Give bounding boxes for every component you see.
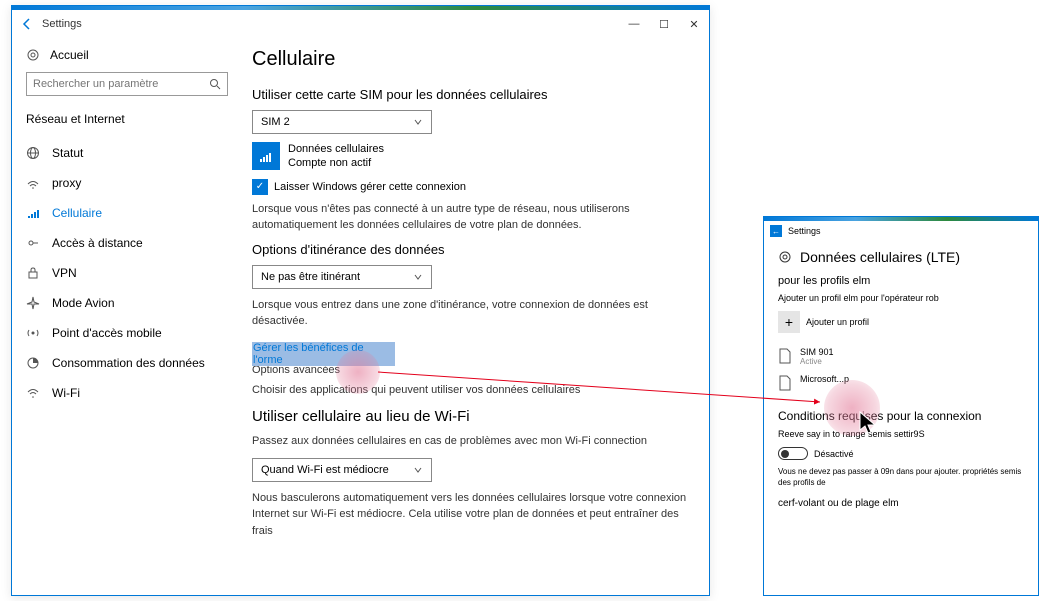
chevron-down-icon (413, 117, 423, 127)
sim-dropdown[interactable]: SIM 2 (252, 110, 432, 134)
data-usage-icon (26, 356, 40, 370)
manage-connection-desc: Lorsque vous n'êtes pas connecté à un au… (252, 201, 689, 234)
sidebar-item-label: proxy (52, 176, 81, 190)
sidebar-item-label: Consommation des données (52, 356, 205, 370)
sim-icon (778, 375, 792, 391)
sidebar-item-datausage[interactable]: Consommation des données (26, 348, 228, 378)
wifi-fallback-value: Quand Wi-Fi est médiocre (261, 464, 389, 476)
cellular-data-title: Données cellulaires (288, 142, 384, 156)
sidebar-item-label: Wi-Fi (52, 386, 80, 400)
manage-connection-label: Laisser Windows gérer cette connexion (274, 181, 466, 193)
cellular-icon (26, 206, 40, 220)
sidebar-item-wifi[interactable]: Wi-Fi (26, 378, 228, 408)
close-button[interactable]: ✕ (679, 10, 709, 38)
globe-icon (26, 146, 40, 160)
wifi-fallback-desc: Passez aux données cellulaires en cas de… (252, 433, 689, 450)
sidebar-item-dialup[interactable]: Accès à distance (26, 228, 228, 258)
add-profile-label: Ajouter un profil (806, 317, 869, 327)
sidebar-group-title: Réseau et Internet (26, 112, 228, 126)
dialup-icon (26, 236, 40, 250)
back-button[interactable] (20, 17, 34, 31)
profile-item[interactable]: SIM 901 Active (778, 347, 1024, 366)
sidebar: Accueil Réseau et Internet Statut proxy … (12, 38, 242, 595)
sidebar-item-label: Cellulaire (52, 206, 102, 220)
settings-window: Settings — ☐ ✕ Accueil Réseau et Interne… (11, 5, 710, 596)
esim-desc: Ajouter un profil elm pour l'opérateur r… (778, 293, 1024, 303)
plus-icon: + (778, 311, 800, 333)
sidebar-item-cellular[interactable]: Cellulaire (26, 198, 228, 228)
cellular-data-sub: Compte non actif (288, 156, 384, 170)
cellular-bars-icon (252, 142, 280, 170)
sidebar-item-label: VPN (52, 266, 77, 280)
gear-icon (778, 250, 792, 264)
maximize-button[interactable]: ☐ (649, 10, 679, 38)
window-header: ← Settings (764, 221, 1038, 241)
search-box[interactable] (26, 72, 228, 96)
window-title: Settings (42, 18, 82, 30)
signin-conditions-title: Conditions requises pour la connexion (778, 409, 1024, 423)
signin-toggle[interactable]: Désactivé (778, 447, 1024, 460)
back-arrow-icon (21, 18, 33, 30)
esim-settings-window: ← Settings Données cellulaires (LTE) pou… (763, 216, 1039, 596)
window-title: Settings (788, 226, 821, 236)
sim-select-label: Utiliser cette carte SIM pour les donnée… (252, 87, 689, 102)
chevron-down-icon (413, 272, 423, 282)
add-profile-button[interactable]: + Ajouter un profil (778, 311, 1024, 333)
sidebar-item-proxy[interactable]: proxy (26, 168, 228, 198)
manage-esim-link[interactable]: Gérer les bénéfices de l'ormeGérer les b… (252, 342, 395, 354)
home-label: Accueil (50, 48, 89, 62)
profile-status: Active (800, 357, 834, 366)
sidebar-item-hotspot[interactable]: Point d'accès mobile (26, 318, 228, 348)
airplane-icon (26, 296, 40, 310)
roaming-dropdown[interactable]: Ne pas être itinérant (252, 265, 432, 289)
back-button[interactable]: ← (770, 225, 782, 237)
toggle-switch-icon (778, 447, 808, 460)
profile-name: Microsoft...p (800, 374, 849, 384)
wifi-icon (26, 386, 40, 400)
sidebar-item-vpn[interactable]: VPN (26, 258, 228, 288)
profile-item[interactable]: Microsoft...p (778, 374, 1024, 391)
window-header: Settings — ☐ ✕ (12, 10, 709, 38)
profile-name: SIM 901 (800, 347, 834, 357)
gear-icon (26, 48, 40, 62)
cellular-data-tile[interactable]: Données cellulaires Compte non actif (252, 142, 689, 171)
vpn-icon (26, 266, 40, 280)
wifi-fallback-note: Nous basculerons automatiquement vers le… (252, 490, 689, 540)
esim-heading: Données cellulaires (LTE) (778, 249, 1024, 265)
wifi-fallback-heading: Utiliser cellulaire au lieu de Wi-Fi (252, 408, 689, 425)
content-pane: Cellulaire Utiliser cette carte SIM pour… (242, 38, 709, 595)
choose-apps-link[interactable]: Choisir des applications qui peuvent uti… (252, 382, 689, 399)
sidebar-item-label: Accès à distance (52, 236, 143, 250)
chevron-down-icon (413, 465, 423, 475)
sidebar-item-airplane[interactable]: Mode Avion (26, 288, 228, 318)
minimize-button[interactable]: — (619, 10, 649, 38)
hotspot-icon (26, 326, 40, 340)
footer-link[interactable]: cerf-volant ou de plage elm (778, 498, 1024, 509)
manage-connection-checkbox[interactable]: ✓ Laisser Windows gérer cette connexion (252, 179, 689, 195)
esim-subheading: pour les profils elm (778, 275, 1024, 287)
roaming-label: Options d'itinérance des données (252, 242, 689, 257)
wifi-fallback-dropdown[interactable]: Quand Wi-Fi est médiocre (252, 458, 432, 482)
wifi-icon (26, 176, 40, 190)
roaming-dropdown-value: Ne pas être itinérant (261, 271, 360, 283)
sim-dropdown-value: SIM 2 (261, 116, 290, 128)
page-heading: Cellulaire (252, 48, 689, 71)
sidebar-item-label: Mode Avion (52, 296, 115, 310)
sidebar-item-status[interactable]: Statut (26, 138, 228, 168)
signin-conditions-desc: Reeve say in to range semis settir9S (778, 429, 1024, 439)
checkmark-icon: ✓ (252, 179, 268, 195)
toggle-label: Désactivé (814, 449, 854, 459)
home-link[interactable]: Accueil (26, 48, 228, 62)
sim-icon (778, 348, 792, 364)
search-icon (209, 78, 221, 90)
search-input[interactable] (33, 78, 209, 90)
roaming-desc: Lorsque vous entrez dans une zone d'itin… (252, 297, 689, 330)
sidebar-item-label: Statut (52, 146, 83, 160)
signin-note: Vous ne devez pas passer à 09n dans pour… (778, 466, 1024, 488)
sidebar-item-label: Point d'accès mobile (52, 326, 162, 340)
